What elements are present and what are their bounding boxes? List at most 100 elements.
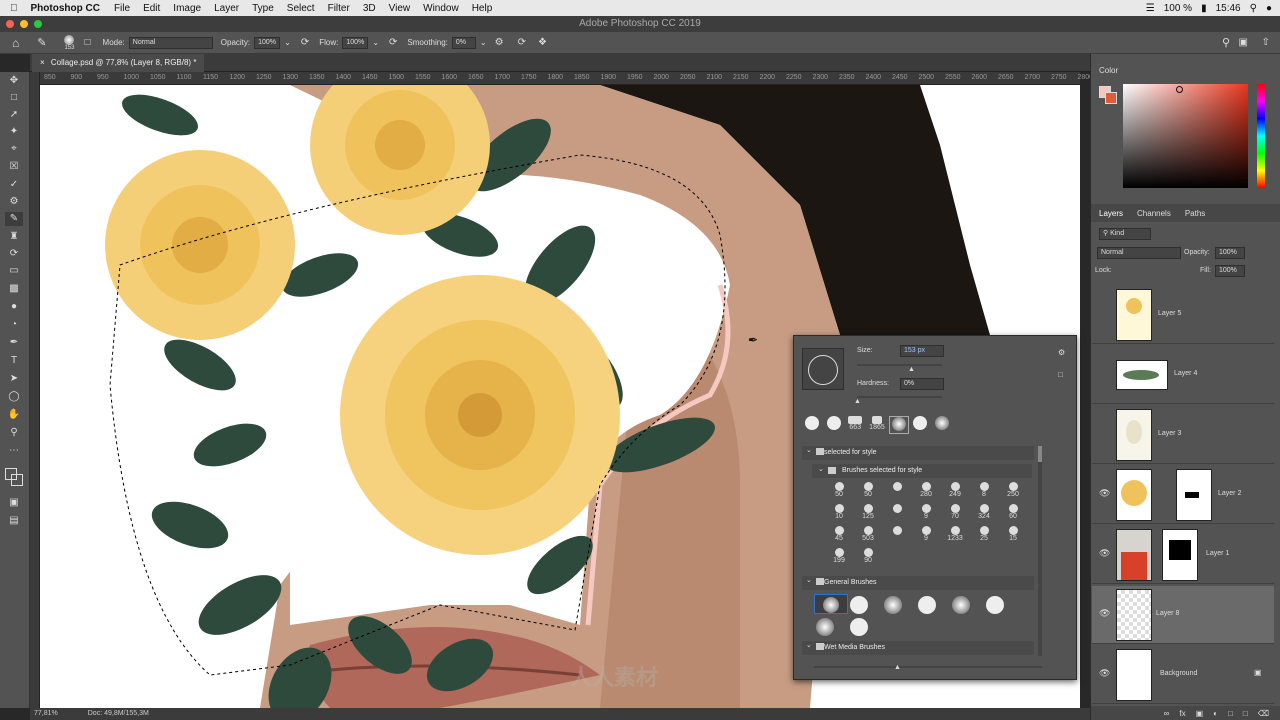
smoothing-field[interactable]: 0%	[451, 36, 476, 49]
hardness-field[interactable]: 0%	[900, 378, 944, 390]
minimize-window-icon[interactable]	[20, 20, 28, 28]
brush-preset[interactable]: 9	[915, 504, 937, 522]
brush-preset[interactable]	[886, 482, 908, 500]
brush-preset[interactable]: 250	[1002, 482, 1024, 500]
eye-icon[interactable]: 👁	[1099, 608, 1110, 619]
screen-mode-icon[interactable]: ▤	[5, 514, 23, 528]
recent-brush-selected[interactable]	[888, 416, 909, 434]
gear-icon[interactable]: ⚙	[495, 37, 504, 48]
chevron-down-icon[interactable]: ⌄	[372, 38, 379, 47]
adjustment-icon[interactable]: ◐	[1213, 709, 1218, 718]
blend-mode-select[interactable]: Normal	[1097, 247, 1181, 259]
menu-app[interactable]: Photoshop CC	[31, 3, 100, 14]
close-window-icon[interactable]	[6, 20, 14, 28]
brush-preset[interactable]: 25	[973, 526, 995, 544]
menu-type[interactable]: Type	[252, 3, 274, 14]
airbrush-icon[interactable]: ⟳	[389, 37, 397, 48]
layer-row[interactable]: 👁 Background ▣	[1092, 646, 1274, 704]
brush-preset[interactable]: 9	[915, 526, 937, 544]
menu-layer[interactable]: Layer	[214, 3, 239, 14]
trash-icon[interactable]: ⌫	[1258, 709, 1269, 718]
brush-preset[interactable]: 50	[828, 482, 850, 500]
layer-row[interactable]: Layer 5	[1092, 286, 1274, 344]
apple-icon[interactable]: 	[10, 3, 18, 14]
hardness-slider-handle[interactable]: ▲	[854, 398, 861, 405]
chevron-down-icon[interactable]: ⌄	[284, 38, 291, 47]
color-panel-title[interactable]: Color	[1099, 66, 1118, 75]
hue-slider[interactable]	[1257, 84, 1265, 188]
frame-tool-icon[interactable]: ☒	[5, 160, 23, 174]
recent-brush[interactable]: 663	[845, 416, 865, 434]
eye-icon[interactable]: 👁	[1099, 548, 1110, 559]
fill-field[interactable]: 100%	[1215, 265, 1245, 277]
recent-brush[interactable]: 1865	[867, 416, 887, 434]
shape-tool-icon[interactable]: ◯	[5, 390, 23, 404]
brush-preset[interactable]: 503	[857, 526, 879, 544]
color-field[interactable]	[1123, 84, 1248, 188]
dodge-tool-icon[interactable]: ◔	[5, 318, 23, 332]
new-preset-icon[interactable]: □	[1058, 370, 1063, 379]
brush-preset-picker[interactable]: 153	[64, 34, 74, 51]
eye-icon[interactable]: 👁	[1099, 488, 1110, 499]
mask-icon[interactable]: ▣	[1196, 709, 1204, 718]
hand-tool-icon[interactable]: ✋	[5, 408, 23, 422]
more-tools-icon[interactable]: ⋯	[5, 444, 23, 458]
panel-scrollbar[interactable]	[1038, 446, 1042, 656]
eye-icon[interactable]: 👁	[1099, 668, 1110, 679]
zoom-tool-icon[interactable]: ⚲	[5, 426, 23, 440]
lasso-tool-icon[interactable]: ➚	[5, 108, 23, 122]
zoom-window-icon[interactable]	[34, 20, 42, 28]
brush-tool-icon[interactable]: ✎	[5, 212, 23, 226]
history-brush-icon[interactable]: ⟳	[5, 247, 23, 261]
general-brush[interactable]	[884, 596, 902, 614]
menu-image[interactable]: Image	[173, 3, 201, 14]
quick-mask-icon[interactable]: ▣	[5, 496, 23, 510]
menu-3d[interactable]: 3D	[363, 3, 376, 14]
chevron-down-icon[interactable]: ⌄	[480, 38, 487, 47]
chevron-down-icon[interactable]: ⌄	[806, 576, 812, 584]
general-brush[interactable]	[952, 596, 970, 614]
type-tool-icon[interactable]: T	[5, 354, 23, 368]
close-tab-icon[interactable]: ×	[40, 58, 45, 67]
chevron-down-icon[interactable]: ⌄	[806, 641, 812, 649]
chevron-down-icon[interactable]: ⌄	[806, 446, 812, 454]
clock-text[interactable]: 15:46	[1216, 3, 1241, 14]
pen-tool-icon[interactable]: ✒	[5, 336, 23, 350]
size-field[interactable]: 153 px	[900, 345, 944, 357]
layer-row[interactable]: Layer 3	[1092, 406, 1274, 464]
size-slider-handle[interactable]: ▲	[908, 366, 915, 373]
brush-preset[interactable]: 199	[828, 548, 850, 566]
crop-tool-icon[interactable]: ⌖	[5, 142, 23, 156]
gear-icon[interactable]: ⚙	[1058, 348, 1065, 357]
menu-view[interactable]: View	[389, 3, 411, 14]
brush-preset[interactable]: 70	[944, 504, 966, 522]
general-brush[interactable]	[918, 596, 936, 614]
tab-paths[interactable]: Paths	[1185, 209, 1205, 218]
brush-preset[interactable]: 324	[973, 504, 995, 522]
general-brush[interactable]	[986, 596, 1004, 614]
fx-icon[interactable]: fx	[1179, 709, 1185, 718]
layer-row-selected[interactable]: 👁 Layer 8	[1092, 586, 1274, 644]
brush-preset[interactable]: 60	[1002, 504, 1024, 522]
pressure-size-icon[interactable]: ⟳	[518, 37, 526, 48]
general-brush[interactable]	[816, 618, 834, 636]
folder-wet-media-brushes[interactable]: Wet Media Brushes	[802, 641, 1034, 655]
subfolder-brushes-selected[interactable]: Brushes selected for style	[812, 464, 1032, 478]
layer-row[interactable]: 👁 Layer 1	[1092, 526, 1274, 584]
brush-preset[interactable]: 15	[1002, 526, 1024, 544]
search-icon[interactable]: ⚲	[1250, 3, 1257, 14]
brush-preset[interactable]: 50	[857, 482, 879, 500]
symmetry-icon[interactable]: ❖	[538, 37, 547, 48]
folder-general-brushes[interactable]: General Brushes	[802, 576, 1034, 590]
recent-brush[interactable]	[824, 416, 844, 434]
chevron-down-icon[interactable]: ⌄	[818, 465, 824, 473]
background-color-swatch[interactable]	[11, 474, 23, 486]
zoom-level[interactable]: 77,81%	[34, 708, 58, 720]
healing-tool-icon[interactable]: ⚙	[5, 195, 23, 209]
workspace-icon[interactable]: ▣	[1239, 37, 1248, 48]
tab-channels[interactable]: Channels	[1137, 209, 1171, 218]
size-slider[interactable]	[857, 364, 942, 366]
marquee-tool-icon[interactable]: □	[5, 91, 23, 105]
new-layer-icon[interactable]: □	[1243, 709, 1248, 718]
document-tab[interactable]: × Collage.psd @ 77,8% (Layer 8, RGB/8) *	[32, 54, 205, 72]
